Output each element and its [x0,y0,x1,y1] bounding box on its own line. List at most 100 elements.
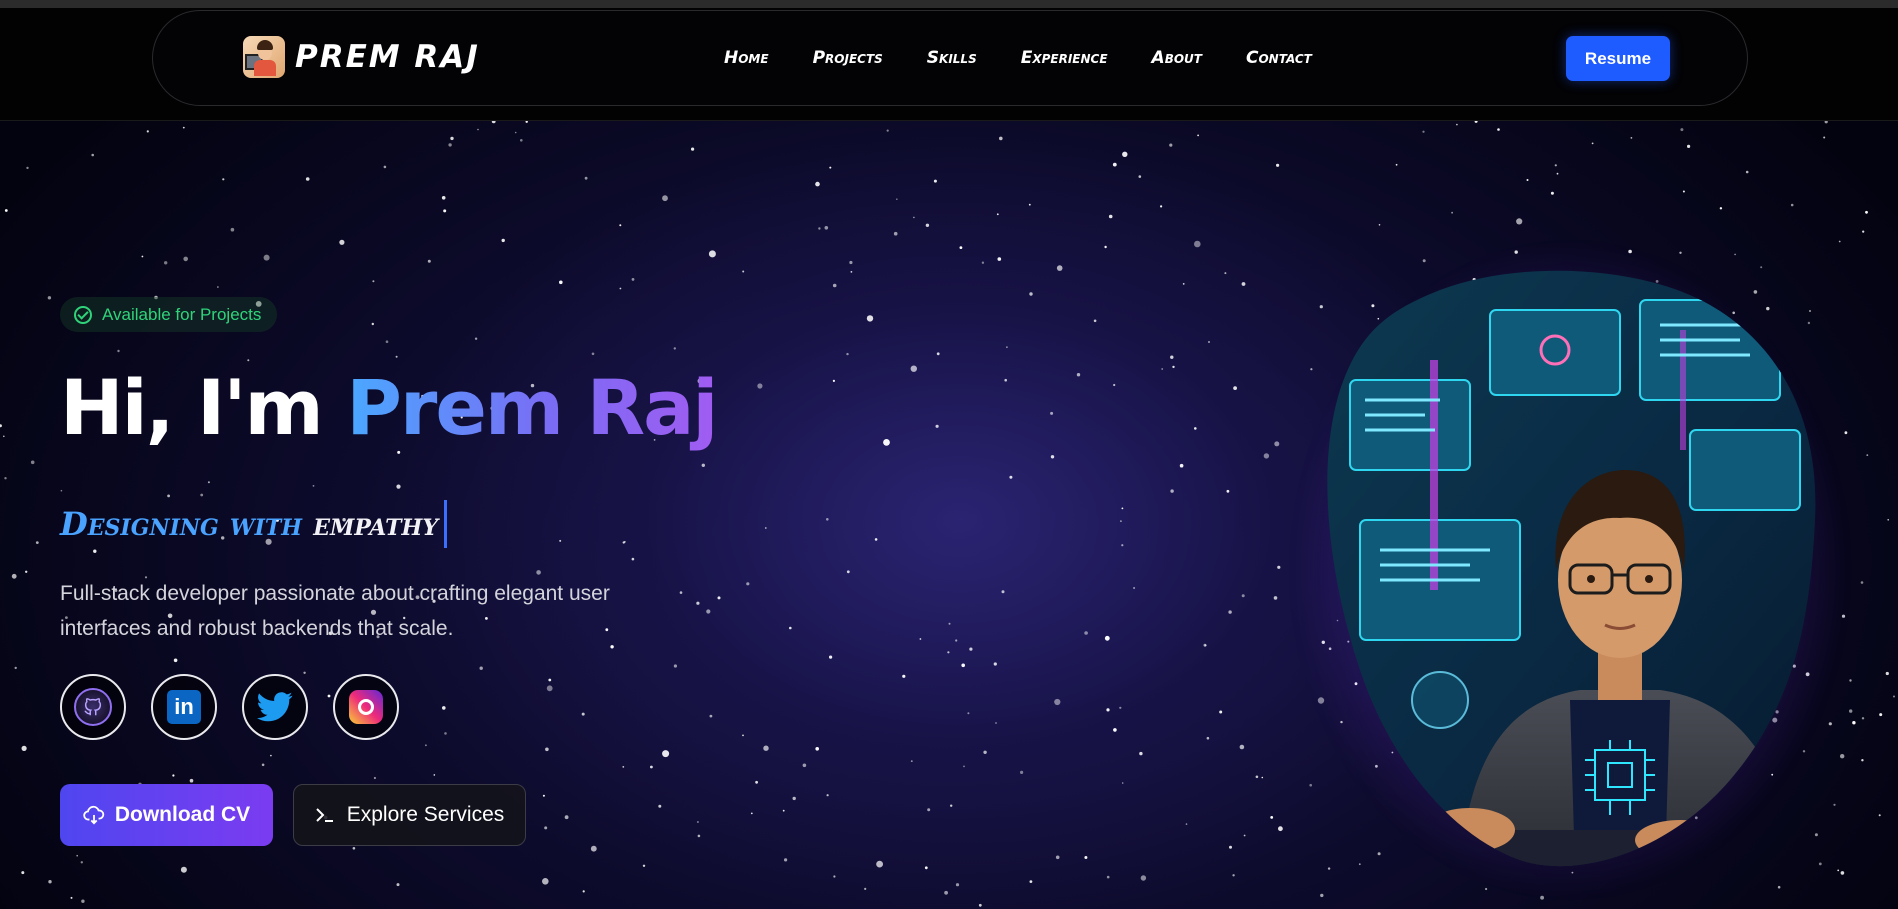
star [763,745,769,751]
star [999,136,1003,141]
star [619,224,622,227]
star [866,315,874,322]
star [80,861,84,864]
explore-services-button[interactable]: Explore Services [293,784,526,846]
star [1113,728,1117,732]
availability-label: Available for Projects [102,304,262,324]
star [339,239,345,245]
star [829,655,833,659]
star [442,706,446,710]
star [0,424,2,428]
explore-services-label: Explore Services [346,803,505,826]
star [559,539,562,542]
star [997,257,1002,261]
star [864,887,867,891]
star [207,481,210,484]
star [4,477,7,480]
star [961,663,965,668]
star [1278,826,1283,832]
profile-portrait [1290,240,1850,900]
star [1050,411,1054,415]
star [1687,144,1691,148]
star [1121,782,1124,784]
star [1261,776,1264,779]
star [824,226,829,230]
download-cv-button[interactable]: Download CV [60,784,273,846]
star [91,153,94,157]
star [1862,230,1865,233]
star [1055,855,1060,860]
twitter-link[interactable] [242,674,308,740]
star [948,622,951,625]
nav-link-about[interactable]: About [1152,48,1202,68]
star [792,796,796,801]
star [60,489,63,492]
star [1255,775,1259,779]
star [1084,631,1088,635]
star [1179,463,1184,468]
star [1084,856,1088,859]
star [927,808,931,812]
star [93,549,97,553]
star [1879,713,1883,717]
star [1270,816,1274,819]
star [818,227,821,230]
star [910,365,917,372]
star [1630,137,1633,139]
star [673,664,678,668]
star [936,352,940,356]
tagline-part-2: empathy [313,505,439,543]
nav-link-contact[interactable]: Contact [1246,48,1312,68]
star [441,196,446,200]
nav-link-skills[interactable]: Skills [927,48,977,68]
star [764,527,767,529]
twitter-icon [257,692,293,722]
star [691,147,695,151]
star [230,227,235,232]
star [658,804,662,808]
star [383,165,387,169]
star [1885,671,1889,676]
resume-button[interactable]: Resume [1566,36,1670,81]
star [995,722,997,724]
linkedin-link[interactable]: in [151,674,217,740]
nav-link-home[interactable]: Home [724,48,769,68]
instagram-link[interactable] [333,674,399,740]
hero-title-name: Prem Raj [346,363,718,452]
terminal-icon [316,808,333,822]
star [924,866,928,870]
github-link[interactable] [60,674,126,740]
star [662,195,668,202]
star [631,278,635,281]
star [25,570,28,573]
star [305,177,310,181]
star [542,794,545,797]
star [1194,427,1197,430]
star [1232,874,1235,877]
star [1121,507,1124,510]
star [1020,770,1024,775]
star [1203,643,1207,647]
developer-avatar-icon [243,36,285,78]
star [696,601,700,605]
star [1550,191,1554,195]
star [1591,142,1594,145]
star [782,809,785,812]
star [76,854,78,857]
star [189,778,194,783]
star [1226,489,1230,493]
star [709,714,713,718]
star [146,130,149,133]
star [1113,383,1116,387]
star [619,287,622,290]
brand[interactable]: PREM RAJ [243,36,480,78]
star [1194,240,1201,248]
star [217,286,219,288]
star [1197,134,1199,137]
star [501,238,505,243]
star [913,216,915,219]
nav-link-experience[interactable]: Experience [1021,48,1108,68]
star [1229,845,1232,849]
nav-link-projects[interactable]: Projects [813,48,883,68]
download-cv-label: Download CV [114,803,251,826]
